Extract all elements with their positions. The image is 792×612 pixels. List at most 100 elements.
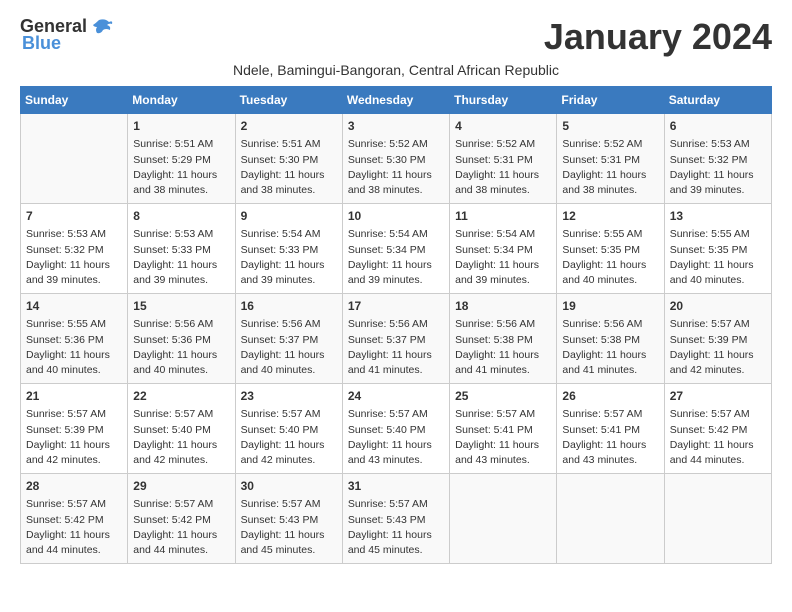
day-info-line: Daylight: 11 hours and 45 minutes. — [241, 528, 337, 558]
calendar-cell: 3Sunrise: 5:52 AMSunset: 5:30 PMDaylight… — [342, 114, 449, 204]
day-info-line: Daylight: 11 hours and 39 minutes. — [26, 258, 122, 288]
day-info-line: Daylight: 11 hours and 44 minutes. — [670, 438, 766, 468]
calendar-cell: 18Sunrise: 5:56 AMSunset: 5:38 PMDayligh… — [450, 294, 557, 384]
calendar-cell: 7Sunrise: 5:53 AMSunset: 5:32 PMDaylight… — [21, 204, 128, 294]
day-info-line: Sunrise: 5:54 AM — [241, 227, 337, 242]
calendar-cell — [450, 474, 557, 564]
day-info-line: Sunrise: 5:56 AM — [241, 317, 337, 332]
day-info-line: Sunrise: 5:55 AM — [670, 227, 766, 242]
day-info-line: Daylight: 11 hours and 39 minutes. — [241, 258, 337, 288]
calendar-cell: 20Sunrise: 5:57 AMSunset: 5:39 PMDayligh… — [664, 294, 771, 384]
day-info-line: Sunrise: 5:57 AM — [670, 317, 766, 332]
day-number: 24 — [348, 388, 444, 405]
day-info-line: Sunrise: 5:56 AM — [455, 317, 551, 332]
day-info-line: Sunrise: 5:54 AM — [455, 227, 551, 242]
day-info-line: Daylight: 11 hours and 38 minutes. — [455, 168, 551, 198]
day-info-line: Sunset: 5:40 PM — [348, 423, 444, 438]
day-info-line: Daylight: 11 hours and 40 minutes. — [133, 348, 229, 378]
day-of-week-header: Wednesday — [342, 87, 449, 114]
logo: General Blue — [20, 16, 113, 54]
day-of-week-header: Saturday — [664, 87, 771, 114]
day-info-line: Sunset: 5:38 PM — [455, 333, 551, 348]
day-info-line: Sunrise: 5:57 AM — [562, 407, 658, 422]
calendar-cell: 17Sunrise: 5:56 AMSunset: 5:37 PMDayligh… — [342, 294, 449, 384]
day-info-line: Daylight: 11 hours and 40 minutes. — [670, 258, 766, 288]
calendar-cell: 22Sunrise: 5:57 AMSunset: 5:40 PMDayligh… — [128, 384, 235, 474]
calendar-subtitle: Ndele, Bamingui-Bangoran, Central Africa… — [20, 62, 772, 78]
day-number: 20 — [670, 298, 766, 315]
day-info-line: Sunset: 5:37 PM — [241, 333, 337, 348]
day-info-line: Daylight: 11 hours and 42 minutes. — [133, 438, 229, 468]
day-of-week-header: Sunday — [21, 87, 128, 114]
calendar-cell: 26Sunrise: 5:57 AMSunset: 5:41 PMDayligh… — [557, 384, 664, 474]
calendar-cell: 1Sunrise: 5:51 AMSunset: 5:29 PMDaylight… — [128, 114, 235, 204]
day-info-line: Sunrise: 5:57 AM — [133, 497, 229, 512]
calendar-table: SundayMondayTuesdayWednesdayThursdayFrid… — [20, 86, 772, 564]
day-info-line: Sunset: 5:42 PM — [133, 513, 229, 528]
day-number: 2 — [241, 118, 337, 135]
day-info-line: Sunset: 5:43 PM — [348, 513, 444, 528]
calendar-cell: 13 Sunrise: 5:55 AMSunset: 5:35 PMDayligh… — [664, 204, 771, 294]
calendar-week-row: 14Sunrise: 5:55 AMSunset: 5:36 PMDayligh… — [21, 294, 772, 384]
calendar-cell: 21Sunrise: 5:57 AMSunset: 5:39 PMDayligh… — [21, 384, 128, 474]
day-info-line: Sunset: 5:41 PM — [455, 423, 551, 438]
day-info-line: Sunset: 5:33 PM — [241, 243, 337, 258]
calendar-cell — [664, 474, 771, 564]
day-info-line: Sunset: 5:35 PM — [562, 243, 658, 258]
calendar-cell: 16Sunrise: 5:56 AMSunset: 5:37 PMDayligh… — [235, 294, 342, 384]
day-info-line: Sunrise: 5:51 AM — [241, 137, 337, 152]
day-info-line: Sunset: 5:30 PM — [241, 153, 337, 168]
day-info-line: Sunrise: 5:57 AM — [348, 497, 444, 512]
calendar-cell: 27Sunrise: 5:57 AMSunset: 5:42 PMDayligh… — [664, 384, 771, 474]
day-info-line: Daylight: 11 hours and 38 minutes. — [348, 168, 444, 198]
day-info-line: Sunset: 5:39 PM — [26, 423, 122, 438]
day-info-line: Sunset: 5:31 PM — [455, 153, 551, 168]
logo-bird-icon — [91, 18, 113, 36]
day-info-line: Daylight: 11 hours and 44 minutes. — [133, 528, 229, 558]
day-info-line: Sunrise: 5:57 AM — [241, 497, 337, 512]
day-number: 5 — [562, 118, 658, 135]
calendar-cell: 9Sunrise: 5:54 AMSunset: 5:33 PMDaylight… — [235, 204, 342, 294]
calendar-week-row: 28Sunrise: 5:57 AMSunset: 5:42 PMDayligh… — [21, 474, 772, 564]
day-info-line: Daylight: 11 hours and 39 minutes. — [455, 258, 551, 288]
day-info-line: Daylight: 11 hours and 40 minutes. — [241, 348, 337, 378]
day-info-line: Sunrise: 5:55 AM — [26, 317, 122, 332]
calendar-cell: 2Sunrise: 5:51 AMSunset: 5:30 PMDaylight… — [235, 114, 342, 204]
calendar-cell — [557, 474, 664, 564]
day-info-line: Daylight: 11 hours and 41 minutes. — [455, 348, 551, 378]
day-info-line: Sunset: 5:31 PM — [562, 153, 658, 168]
day-info-line: Daylight: 11 hours and 44 minutes. — [26, 528, 122, 558]
day-info-line: Sunset: 5:36 PM — [133, 333, 229, 348]
day-number: 10 — [348, 208, 444, 225]
day-info-line: Sunrise: 5:57 AM — [455, 407, 551, 422]
day-number: 7 — [26, 208, 122, 225]
calendar-cell: 25Sunrise: 5:57 AMSunset: 5:41 PMDayligh… — [450, 384, 557, 474]
day-number: 31 — [348, 478, 444, 495]
day-info-line: Sunset: 5:35 PM — [670, 243, 766, 258]
day-number: 3 — [348, 118, 444, 135]
day-number: 4 — [455, 118, 551, 135]
calendar-cell: 31Sunrise: 5:57 AMSunset: 5:43 PMDayligh… — [342, 474, 449, 564]
day-number: 27 — [670, 388, 766, 405]
day-info-line: Sunrise: 5:57 AM — [26, 497, 122, 512]
day-info-line: Sunset: 5:34 PM — [348, 243, 444, 258]
calendar-week-row: 1Sunrise: 5:51 AMSunset: 5:29 PMDaylight… — [21, 114, 772, 204]
day-number: 13 — [670, 208, 766, 225]
day-info-line: Sunset: 5:32 PM — [670, 153, 766, 168]
day-number: 11 — [455, 208, 551, 225]
day-number: 30 — [241, 478, 337, 495]
day-info-line: Daylight: 11 hours and 42 minutes. — [26, 438, 122, 468]
day-info-line: Sunset: 5:40 PM — [133, 423, 229, 438]
day-info-line: Sunrise: 5:52 AM — [562, 137, 658, 152]
day-info-line: Daylight: 11 hours and 38 minutes. — [562, 168, 658, 198]
day-of-week-header: Monday — [128, 87, 235, 114]
day-info-line: Sunrise: 5:55 AM — [562, 227, 658, 242]
day-of-week-header: Friday — [557, 87, 664, 114]
day-info-line: Sunset: 5:30 PM — [348, 153, 444, 168]
day-info-line: Sunset: 5:40 PM — [241, 423, 337, 438]
day-info-line: Daylight: 11 hours and 42 minutes. — [670, 348, 766, 378]
day-info-line: Sunset: 5:34 PM — [455, 243, 551, 258]
day-info-line: Sunrise: 5:51 AM — [133, 137, 229, 152]
calendar-cell: 4Sunrise: 5:52 AMSunset: 5:31 PMDaylight… — [450, 114, 557, 204]
logo-blue-text: Blue — [22, 33, 61, 54]
